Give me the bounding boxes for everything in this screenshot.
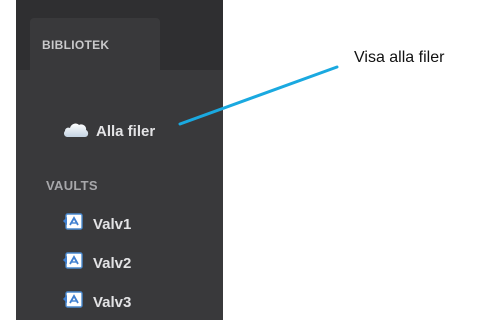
sidebar-item-all-files[interactable]: Alla filer — [62, 120, 155, 142]
tab-bibliotek[interactable]: BIBLIOTEK — [30, 18, 160, 72]
cloud-icon — [62, 119, 96, 144]
sidebar-item-valv1-label: Valv1 — [93, 215, 132, 233]
sidebar-item-valv2[interactable]: Valv2 — [62, 251, 132, 276]
sidebar-item-valv3[interactable]: Valv3 — [62, 290, 132, 315]
callout-label: Visa alla filer — [354, 49, 445, 66]
sidebar-item-valv2-label: Valv2 — [93, 254, 132, 272]
vault-icon — [62, 251, 93, 276]
tab-bibliotek-label: BIBLIOTEK — [42, 38, 110, 52]
library-sidebar: BIBLIOTEK Alla filer VAULTS Valv1 Valv2 … — [16, 0, 223, 320]
vault-icon — [62, 290, 93, 315]
vaults-section-header: VAULTS — [46, 178, 98, 193]
sidebar-item-valv1[interactable]: Valv1 — [62, 212, 132, 237]
sidebar-item-valv3-label: Valv3 — [93, 293, 132, 311]
sidebar-item-all-files-label: Alla filer — [96, 122, 156, 140]
vault-icon — [62, 212, 93, 237]
